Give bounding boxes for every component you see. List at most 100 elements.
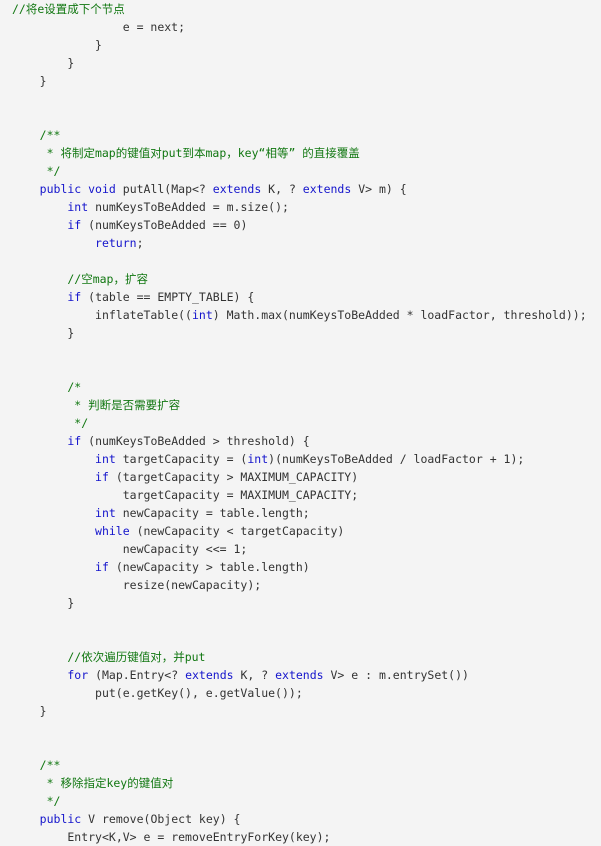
code-line: for (Map.Entry<? extends K, ? extends V>… xyxy=(0,666,601,684)
code-token-plain: put(e.getKey(), e.getValue()); xyxy=(95,686,303,700)
code-token-kw: if xyxy=(95,470,116,484)
code-line: * 将制定map的键值对put到本map，key“相等” 的直接覆盖 xyxy=(0,144,601,162)
code-token-plain: (newCapacity < targetCapacity) xyxy=(136,524,345,538)
code-token-kw: extends xyxy=(275,668,331,682)
code-token-plain: newCapacity = table.length; xyxy=(122,506,310,520)
code-line: put(e.getKey(), e.getValue()); xyxy=(0,684,601,702)
code-line: } xyxy=(0,324,601,342)
code-token-kw: return xyxy=(95,236,137,250)
code-token-plain: (Map.Entry<? xyxy=(95,668,186,682)
code-token-plain: } xyxy=(39,74,47,88)
code-line: e = next; xyxy=(0,18,601,36)
code-token-kw: public void xyxy=(39,182,123,196)
code-line: } xyxy=(0,54,601,72)
code-line: return; xyxy=(0,234,601,252)
code-line: if (numKeysToBeAdded == 0) xyxy=(0,216,601,234)
code-line: //空map，扩容 xyxy=(0,270,601,288)
code-token-kw: int xyxy=(95,452,123,466)
code-line: while (newCapacity < targetCapacity) xyxy=(0,522,601,540)
code-token-plain: V remove(Object key) { xyxy=(88,812,241,826)
code-token-plain: K, ? xyxy=(268,182,303,196)
code-token-plain: numKeysToBeAdded = m.size(); xyxy=(95,200,289,214)
code-token-kw: if xyxy=(67,290,89,304)
code-token-plain: (numKeysToBeAdded == 0) xyxy=(88,218,248,232)
code-line: public V remove(Object key) { xyxy=(0,810,601,828)
code-token-plain: )(numKeysToBeAdded / loadFactor + 1); xyxy=(268,452,525,466)
code-line: int numKeysToBeAdded = m.size(); xyxy=(0,198,601,216)
code-line: } xyxy=(0,702,601,720)
code-token-plain: targetCapacity = ( xyxy=(122,452,248,466)
code-token-plain: } xyxy=(67,596,75,610)
code-line: } xyxy=(0,594,601,612)
code-token-plain: } xyxy=(39,704,47,718)
code-token-cmt: */ xyxy=(39,164,61,178)
code-line: if (table == EMPTY_TABLE) { xyxy=(0,288,601,306)
code-line: newCapacity <<= 1; xyxy=(0,540,601,558)
code-token-plain: Entry<K,V> e = removeEntryForKey(key); xyxy=(67,830,331,844)
code-token-cmt: //空map，扩容 xyxy=(67,272,148,286)
code-line: targetCapacity = MAXIMUM_CAPACITY; xyxy=(0,486,601,504)
code-token-plain: K, ? xyxy=(240,668,276,682)
code-line: int targetCapacity = (int)(numKeysToBeAd… xyxy=(0,450,601,468)
code-token-cmt: //将e设置成下个节点 xyxy=(12,2,125,16)
code-token-cmt: /** xyxy=(39,128,61,142)
code-token-plain: e = next; xyxy=(122,20,186,34)
code-token-plain: resize(newCapacity); xyxy=(122,578,262,592)
code-token-kw: for xyxy=(67,668,96,682)
code-token-kw: if xyxy=(67,434,89,448)
code-block: //将e设置成下个节点 e = next;}}} /** * 将制定map的键值对… xyxy=(0,0,601,846)
code-line: */ xyxy=(0,792,601,810)
code-token-plain: } xyxy=(67,56,75,70)
code-token-plain: ) Math.max(numKeysToBeAdded * loadFactor… xyxy=(212,308,587,322)
code-token-plain: inflateTable(( xyxy=(95,308,192,322)
code-token-plain: V> e : m.entrySet()) xyxy=(330,668,469,682)
code-token-cmt: //依次遍历键值对，并put xyxy=(67,650,206,664)
code-line: */ xyxy=(0,162,601,180)
code-token-kw: int xyxy=(67,200,96,214)
code-token-kw: if xyxy=(95,560,116,574)
code-token-plain: newCapacity <<= 1; xyxy=(122,542,248,556)
code-token-cmt: */ xyxy=(67,416,89,430)
code-token-plain: } xyxy=(67,326,75,340)
code-line: if (targetCapacity > MAXIMUM_CAPACITY) xyxy=(0,468,601,486)
code-token-kw: extends xyxy=(185,668,241,682)
code-token-plain: targetCapacity = MAXIMUM_CAPACITY; xyxy=(122,488,359,502)
code-token-plain: (numKeysToBeAdded > threshold) { xyxy=(88,434,310,448)
code-line: //将e设置成下个节点 xyxy=(0,0,601,18)
code-line: /* xyxy=(0,378,601,396)
code-token-cmt: * 判断是否需要扩容 xyxy=(67,398,181,412)
code-line: public void putAll(Map<? extends K, ? ex… xyxy=(0,180,601,198)
code-token-kw: if xyxy=(67,218,89,232)
code-viewer[interactable]: //将e设置成下个节点 e = next;}}} /** * 将制定map的键值对… xyxy=(0,0,601,844)
code-token-cmt: /* xyxy=(67,380,82,394)
code-token-kw: extends xyxy=(302,182,359,196)
code-token-cmt: /** xyxy=(39,758,61,772)
code-line: * 移除指定key的键值对 xyxy=(0,774,601,792)
code-line: if (numKeysToBeAdded > threshold) { xyxy=(0,432,601,450)
code-token-plain: ; xyxy=(136,236,144,250)
code-token-plain: putAll(Map<? xyxy=(122,182,213,196)
code-token-kw: extends xyxy=(212,182,269,196)
code-line: inflateTable((int) Math.max(numKeysToBeA… xyxy=(0,306,601,324)
code-token-cmt: * 移除指定key的键值对 xyxy=(39,776,174,790)
code-line: } xyxy=(0,72,601,90)
code-token-kw: int xyxy=(191,308,213,322)
code-token-plain: (table == EMPTY_TABLE) { xyxy=(88,290,255,304)
code-line: if (newCapacity > table.length) xyxy=(0,558,601,576)
code-token-kw: public xyxy=(39,812,89,826)
code-token-plain: (targetCapacity > MAXIMUM_CAPACITY) xyxy=(115,470,359,484)
code-line: /** xyxy=(0,756,601,774)
code-line: //依次遍历键值对，并put xyxy=(0,648,601,666)
code-token-plain: } xyxy=(95,38,102,52)
code-line: /** xyxy=(0,126,601,144)
code-line: */ xyxy=(0,414,601,432)
code-token-kw: while xyxy=(95,524,137,538)
code-token-plain: V> m) { xyxy=(358,182,407,196)
